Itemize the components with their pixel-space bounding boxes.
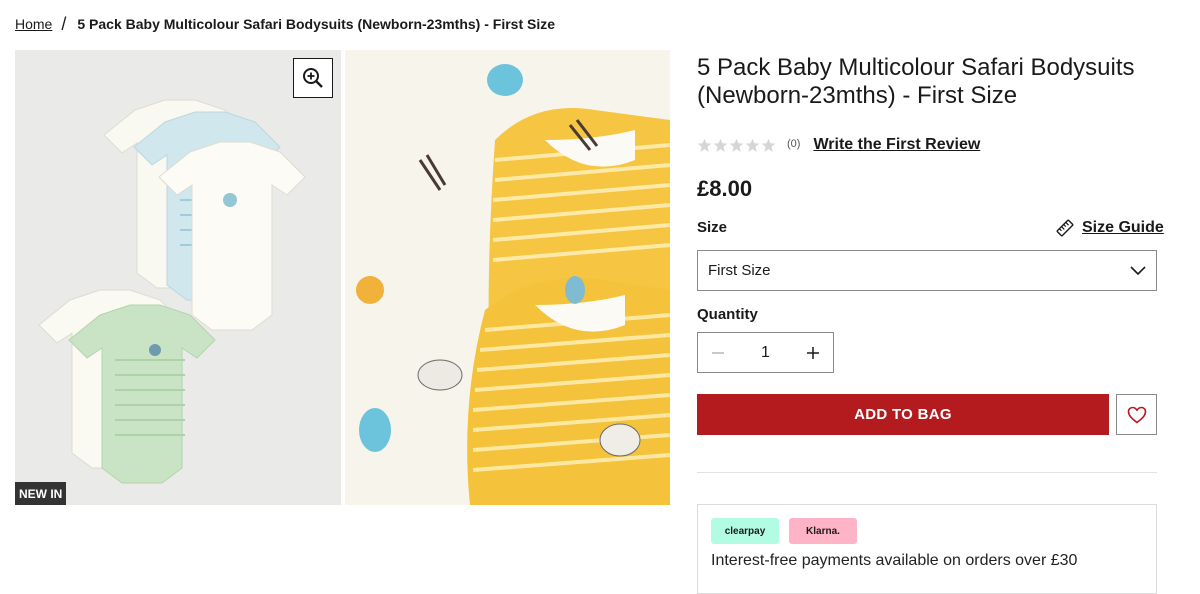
decrease-quantity-button[interactable] bbox=[698, 333, 738, 372]
clearpay-logo: clearpay bbox=[711, 518, 779, 544]
breadcrumb-separator: / bbox=[61, 14, 67, 34]
size-guide-link[interactable]: Size Guide bbox=[1056, 219, 1164, 237]
chevron-down-icon bbox=[1130, 265, 1146, 275]
zoom-in-icon bbox=[303, 68, 323, 88]
heart-icon bbox=[1127, 406, 1146, 424]
quantity-stepper: 1 bbox=[697, 332, 834, 373]
product-image-secondary[interactable] bbox=[345, 50, 670, 505]
star-icon bbox=[761, 138, 776, 152]
payment-info-text: Interest-free payments available on orde… bbox=[711, 552, 1078, 569]
size-selected-value: First Size bbox=[708, 262, 771, 279]
klarna-logo: Klarna. bbox=[789, 518, 857, 544]
quantity-label: Quantity bbox=[697, 306, 758, 323]
breadcrumb-current: 5 Pack Baby Multicolour Safari Bodysuits… bbox=[77, 16, 556, 32]
increase-quantity-button[interactable] bbox=[793, 333, 833, 372]
quantity-value[interactable]: 1 bbox=[738, 344, 793, 362]
rating-row: (0) Write the First Review bbox=[697, 136, 980, 154]
star-icon bbox=[713, 138, 728, 152]
divider bbox=[697, 472, 1157, 473]
ruler-icon bbox=[1056, 219, 1074, 237]
product-title: 5 Pack Baby Multicolour Safari Bodysuits… bbox=[697, 54, 1135, 109]
bodysuits-closeup-illustration bbox=[345, 50, 670, 505]
review-count: (0) bbox=[787, 137, 801, 150]
star-icon bbox=[697, 138, 712, 152]
add-to-bag-button[interactable]: ADD TO BAG bbox=[697, 394, 1109, 435]
star-icon bbox=[729, 138, 744, 152]
minus-icon bbox=[712, 351, 724, 354]
bodysuits-stack-illustration bbox=[38, 99, 306, 484]
star-icon bbox=[745, 138, 760, 152]
write-review-link[interactable]: Write the First Review bbox=[813, 136, 980, 154]
product-price: £8.00 bbox=[697, 176, 753, 201]
product-image-main[interactable] bbox=[15, 50, 341, 505]
size-guide-label: Size Guide bbox=[1082, 219, 1164, 236]
size-label: Size bbox=[697, 219, 728, 236]
plus-icon bbox=[807, 346, 819, 359]
payment-logos: clearpay Klarna. bbox=[711, 518, 857, 544]
new-in-badge: NEW IN bbox=[15, 482, 67, 505]
star-rating bbox=[697, 138, 776, 153]
wishlist-button[interactable] bbox=[1116, 394, 1157, 435]
zoom-button[interactable] bbox=[293, 58, 333, 98]
size-select[interactable]: First Size bbox=[697, 250, 1157, 291]
breadcrumb-home-link[interactable]: Home bbox=[15, 16, 52, 32]
breadcrumb: Home / 5 Pack Baby Multicolour Safari Bo… bbox=[15, 14, 556, 34]
